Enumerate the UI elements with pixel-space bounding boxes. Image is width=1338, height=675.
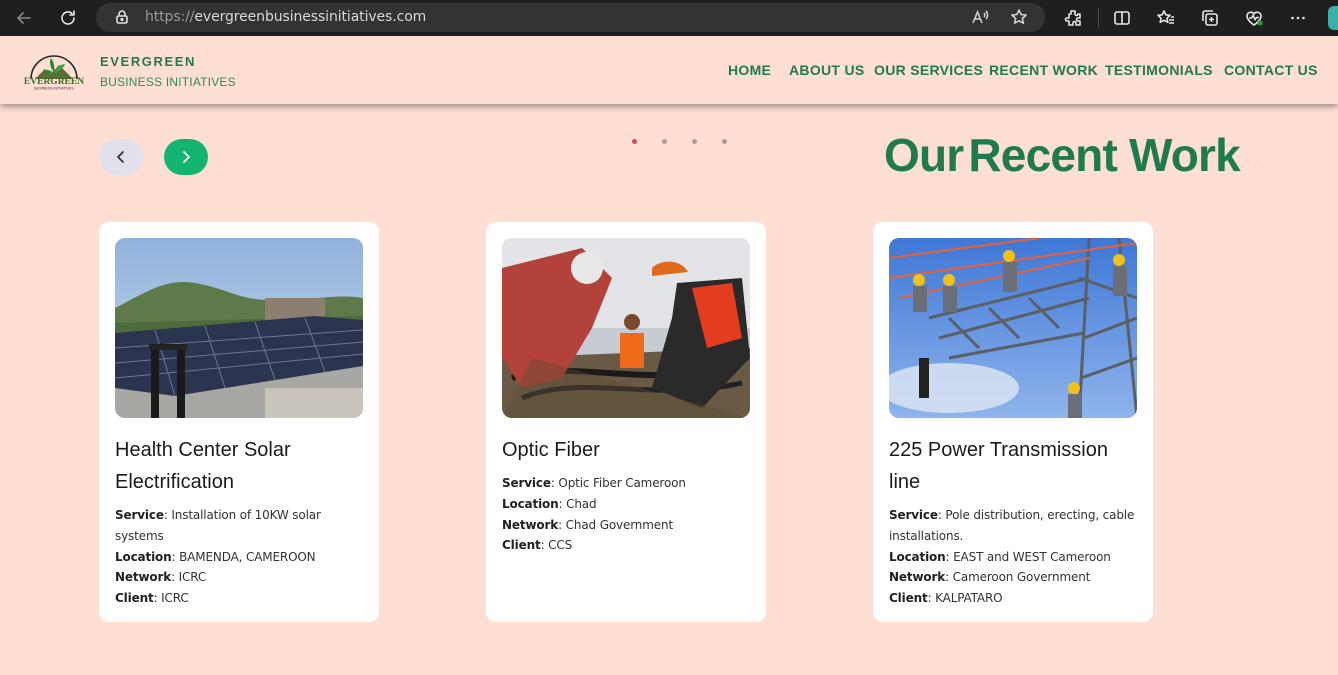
- service-label: Service: [115, 508, 164, 522]
- service-label: Service: [889, 508, 938, 522]
- client-row: Client: CCS: [502, 538, 573, 553]
- back-icon[interactable]: [12, 6, 36, 30]
- extensions-icon[interactable]: [1061, 6, 1085, 30]
- carousel-prev-button[interactable]: [99, 139, 143, 175]
- project-details: Service: Optic Fiber Cameroon Location: …: [502, 473, 752, 556]
- nav-recent-work[interactable]: RECENT WORK: [989, 62, 1098, 78]
- service-row: Service: Pole distribution, erecting, ca…: [889, 508, 1135, 543]
- more-icon[interactable]: [1286, 6, 1310, 30]
- location-row: Location: Chad: [502, 496, 597, 511]
- nav-home[interactable]: HOME: [728, 62, 771, 78]
- location-label: Location: [502, 496, 559, 511]
- collections-icon[interactable]: [1198, 6, 1222, 30]
- carousel-next-button[interactable]: [164, 139, 208, 175]
- service-label: Service: [502, 476, 551, 490]
- client-row: Client: KALPATARO: [889, 591, 1003, 606]
- project-card[interactable]: Health Center Solar Electrification Serv…: [99, 222, 379, 622]
- location-label: Location: [115, 549, 172, 564]
- carousel-dot-2[interactable]: [662, 139, 667, 144]
- project-title: Optic Fiber: [502, 439, 600, 461]
- service-value: Optic Fiber Cameroon: [558, 476, 686, 490]
- refresh-icon[interactable]: [56, 6, 80, 30]
- location-row: Location: BAMENDA, CAMEROON: [115, 549, 316, 564]
- favorite-star-icon[interactable]: [1010, 8, 1028, 31]
- brand-title: EVERGREEN: [100, 54, 197, 69]
- toolbar-divider: [1098, 8, 1099, 28]
- network-row: Network: Chad Government: [502, 517, 674, 532]
- project-card[interactable]: 225 Power Transmission line Service: Pol…: [873, 222, 1153, 622]
- lock-icon[interactable]: [114, 9, 130, 30]
- network-row: Network: ICRC: [115, 570, 207, 585]
- network-label: Network: [889, 570, 946, 585]
- network-label: Network: [502, 517, 559, 532]
- project-details: Service: Pole distribution, erecting, ca…: [889, 505, 1139, 609]
- browser-toolbar: https://evergreenbusinessinitiatives.com: [0, 0, 1338, 36]
- split-screen-icon[interactable]: [1110, 6, 1134, 30]
- service-row: Service: Installation of 10KW solar syst…: [115, 508, 321, 543]
- section-title-part1: Our: [884, 129, 964, 181]
- url-text[interactable]: https://evergreenbusinessinitiatives.com: [145, 9, 426, 25]
- project-title: Health Center Solar Electrification: [115, 439, 291, 493]
- client-label: Client: [115, 591, 154, 606]
- site-header: EVERGREEN BUSINESS INITIATIVES EVERGREEN…: [0, 36, 1338, 104]
- project-details: Service: Installation of 10KW solar syst…: [115, 505, 365, 609]
- carousel-dot-1[interactable]: [632, 139, 637, 144]
- carousel-dot-3[interactable]: [692, 139, 697, 144]
- read-aloud-icon[interactable]: [971, 8, 989, 31]
- client-label: Client: [502, 538, 541, 553]
- client-label: Client: [889, 591, 928, 606]
- url-protocol: https://: [145, 9, 195, 25]
- network-value: Chad Government: [565, 517, 674, 532]
- nav-testimonials[interactable]: TESTIMONIALS: [1105, 62, 1213, 78]
- solar-panels-photo: [115, 238, 363, 418]
- location-label: Location: [889, 549, 946, 564]
- client-value: KALPATARO: [935, 591, 1003, 606]
- network-row: Network: Cameroon Government: [889, 570, 1091, 585]
- brand-subtitle: BUSINESS INITIATIVES: [100, 75, 236, 89]
- chevron-right-icon: [183, 151, 190, 163]
- location-row: Location: EAST and WEST Cameroon: [889, 549, 1111, 564]
- section-title-part2: Recent Work: [968, 129, 1240, 181]
- power-tower-workers-photo: [889, 238, 1137, 418]
- favorites-icon[interactable]: [1154, 6, 1178, 30]
- chevron-left-icon: [117, 151, 124, 163]
- client-row: Client: ICRC: [115, 591, 189, 606]
- section-title: Our Recent Work: [884, 128, 1241, 182]
- evergreen-logo[interactable]: EVERGREEN BUSINESS INITIATIVES: [23, 49, 85, 91]
- nav-about-us[interactable]: ABOUT US: [789, 62, 865, 78]
- logo-tagline: BUSINESS INITIATIVES: [34, 87, 74, 91]
- carousel-dot-4[interactable]: [722, 139, 727, 144]
- service-row: Service: Optic Fiber Cameroon: [502, 476, 686, 490]
- copilot-icon[interactable]: [1328, 6, 1338, 30]
- location-value: Chad: [566, 496, 597, 511]
- nav-our-services[interactable]: OUR SERVICES: [874, 62, 983, 78]
- location-value: EAST and WEST Cameroon: [953, 549, 1111, 564]
- project-card[interactable]: Optic Fiber Service: Optic Fiber Cameroo…: [486, 222, 766, 622]
- client-value: ICRC: [161, 591, 189, 606]
- address-bar[interactable]: https://evergreenbusinessinitiatives.com: [96, 3, 1045, 32]
- project-title: 225 Power Transmission line: [889, 439, 1108, 493]
- network-label: Network: [115, 570, 172, 585]
- optic-fiber-workers-photo: [502, 238, 750, 418]
- location-value: BAMENDA, CAMEROON: [179, 549, 316, 564]
- client-value: CCS: [548, 538, 573, 553]
- health-icon[interactable]: [1242, 6, 1266, 30]
- logo-wordmark: EVERGREEN: [24, 77, 84, 87]
- nav-contact-us[interactable]: CONTACT US: [1224, 62, 1318, 78]
- network-value: Cameroon Government: [952, 570, 1091, 585]
- network-value: ICRC: [178, 570, 207, 585]
- url-host: evergreenbusinessinitiatives.com: [194, 9, 427, 25]
